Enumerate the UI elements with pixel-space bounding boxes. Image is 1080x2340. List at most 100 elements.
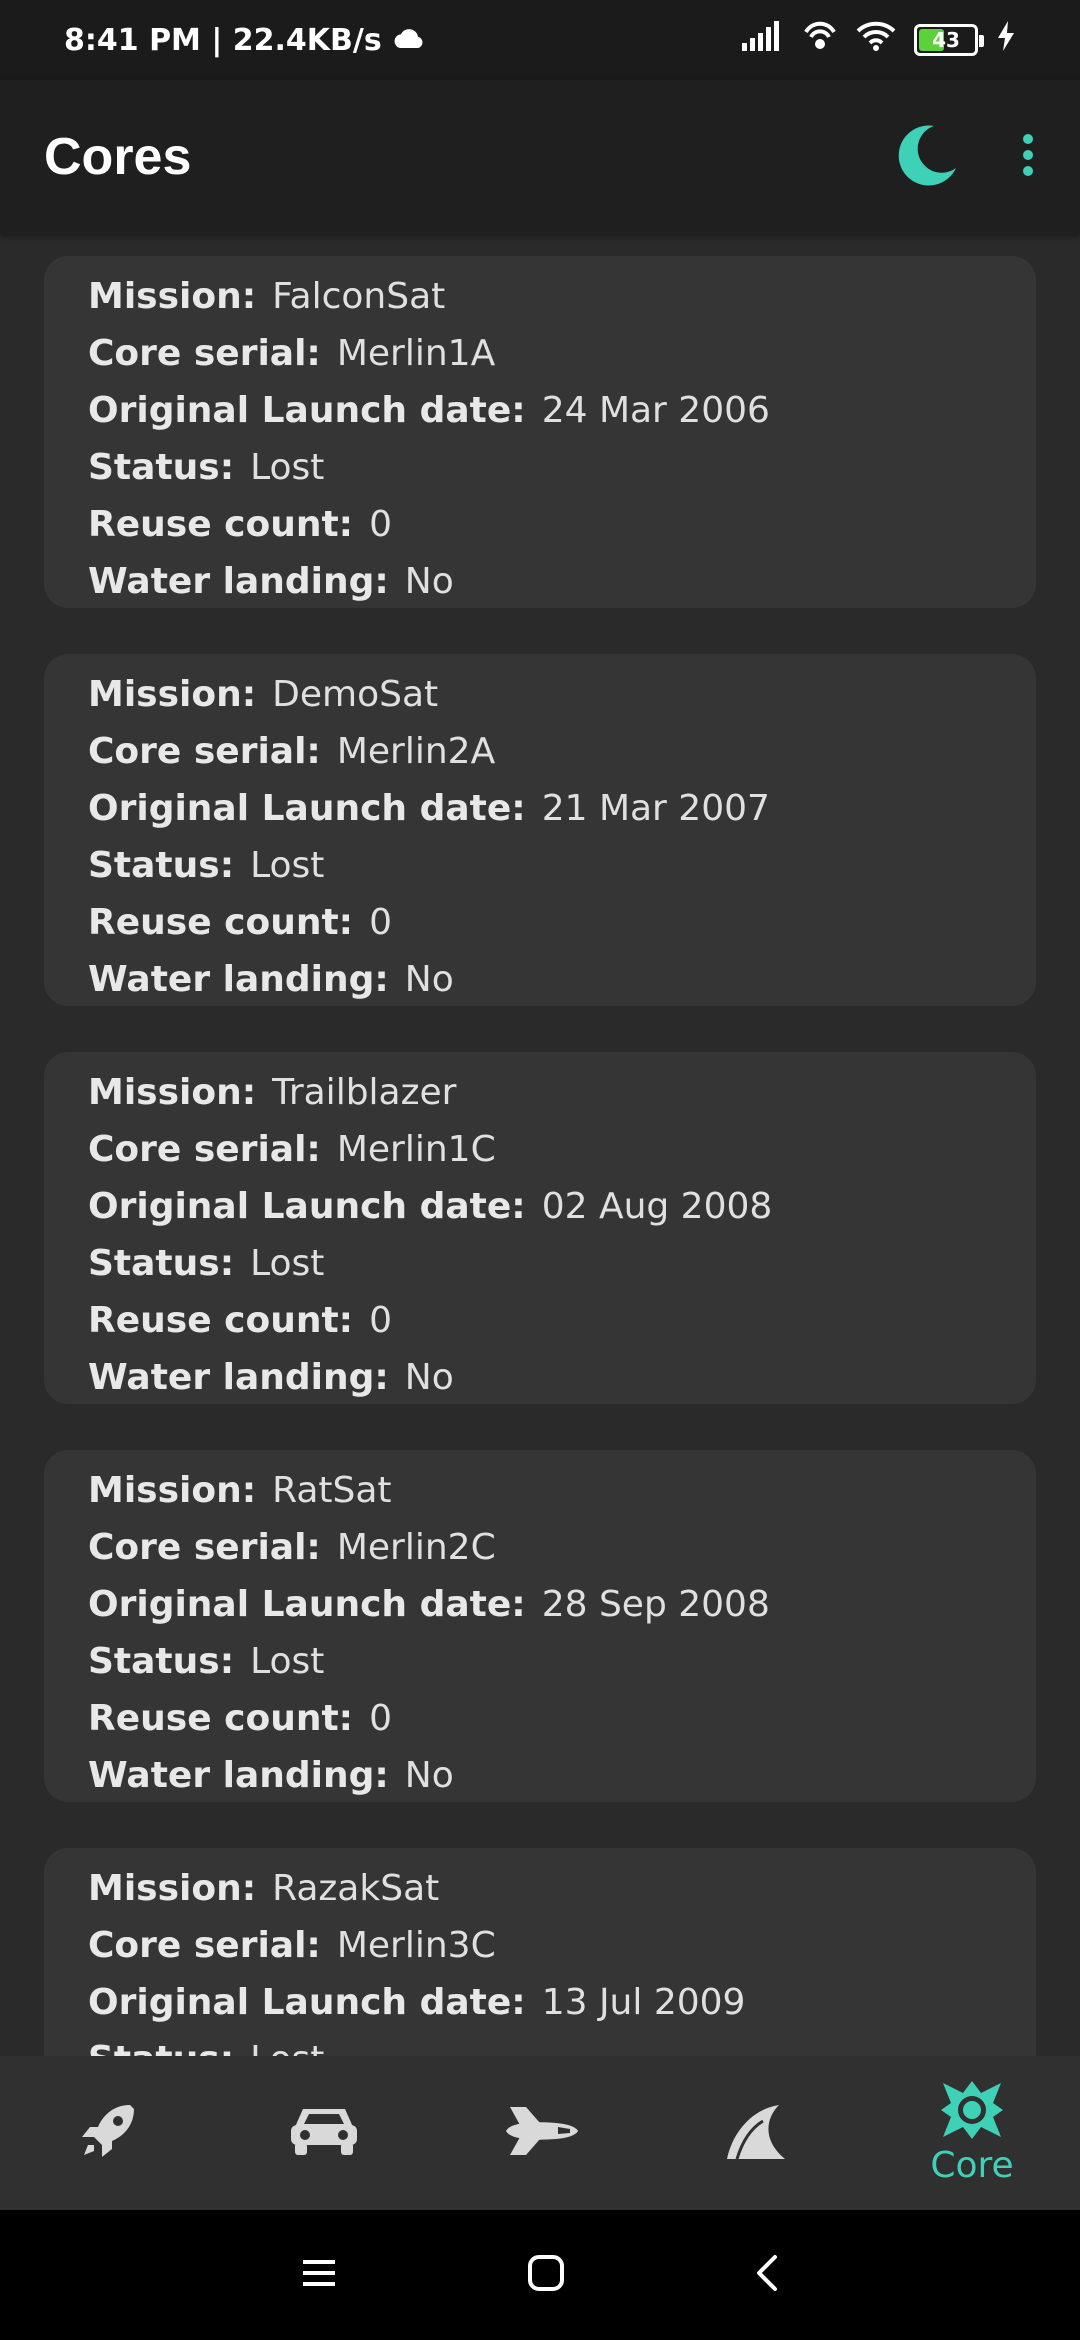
nav-item-core[interactable]: Core: [897, 2068, 1047, 2198]
core-serial-row: Core serial: Merlin2C: [88, 1519, 992, 1576]
water-landing-value: No: [404, 561, 454, 602]
status-value: Lost: [250, 845, 325, 886]
app-bar: Cores: [0, 80, 1080, 234]
status-label: Status:: [88, 447, 235, 488]
mission-row: Mission: RazakSat: [88, 1860, 992, 1917]
water-landing-label: Water landing:: [88, 959, 389, 1000]
fin-icon: [723, 2101, 789, 2165]
launch-date-row: Original Launch date: 28 Sep 2008: [88, 1576, 992, 1633]
water-landing-label: Water landing:: [88, 1755, 389, 1796]
water-landing-value: No: [404, 1357, 454, 1398]
mission-value: RazakSat: [272, 1868, 440, 1909]
core-serial-row: Core serial: Merlin1C: [88, 1121, 992, 1178]
nav-item-dragons[interactable]: [465, 2068, 615, 2198]
status-label: Status:: [88, 1641, 235, 1682]
core-serial-label: Core serial:: [88, 731, 321, 772]
core-serial-label: Core serial:: [88, 333, 321, 374]
nav-item-launches[interactable]: [33, 2068, 183, 2198]
reuse-count-label: Reuse count:: [88, 902, 354, 943]
core-card[interactable]: Mission: RazakSat Core serial: Merlin3C Or…: [44, 1848, 1036, 2056]
core-card[interactable]: Mission: FalconSat Core serial: Merlin1A O…: [44, 256, 1036, 608]
mission-value: RatSat: [272, 1470, 392, 1511]
water-landing-row: Water landing: No: [88, 1349, 992, 1406]
core-serial-value: Merlin2A: [336, 731, 496, 772]
menu-icon[interactable]: [301, 2257, 337, 2293]
launch-date-row: Original Launch date: 21 Mar 2007: [88, 780, 992, 837]
core-card[interactable]: Mission: RatSat Core serial: Merlin2C Orig…: [44, 1450, 1036, 1802]
status-value: Lost: [250, 1243, 325, 1284]
status-value: Lost: [250, 1641, 325, 1682]
system-navigation-bar: [0, 2210, 1080, 2340]
core-card[interactable]: Mission: DemoSat Core serial: Merlin2A Ori…: [44, 654, 1036, 1006]
nav-item-roadster[interactable]: [249, 2068, 399, 2198]
mission-value: Trailblazer: [272, 1072, 457, 1113]
page-title: Cores: [44, 128, 192, 186]
mission-label: Mission:: [88, 276, 257, 317]
mission-value: DemoSat: [272, 674, 439, 715]
water-landing-value: No: [404, 1755, 454, 1796]
status-row: Status: Lost: [88, 837, 992, 894]
reuse-count-row: Reuse count: 0: [88, 496, 992, 553]
launch-date-value: 02 Aug 2008: [541, 1186, 773, 1227]
cloud-icon: [392, 23, 426, 58]
core-serial-value: Merlin1C: [336, 1129, 496, 1170]
mission-row: Mission: RatSat: [88, 1462, 992, 1519]
wifi-icon: [856, 20, 896, 60]
status-bar: 8:41 PM | 22.4KB/s 43: [0, 0, 1080, 80]
reuse-count-row: Reuse count: 0: [88, 1292, 992, 1349]
back-icon[interactable]: [755, 2254, 779, 2296]
core-icon: [941, 2080, 1003, 2143]
status-row: Status: Lost: [88, 1633, 992, 1690]
mission-row: Mission: Trailblazer: [88, 1064, 992, 1121]
launch-date-label: Original Launch date:: [88, 1982, 526, 2023]
core-serial-value: Merlin3C: [336, 1925, 496, 1966]
charging-icon: [996, 21, 1016, 59]
core-serial-label: Core serial:: [88, 1925, 321, 1966]
mission-label: Mission:: [88, 1072, 257, 1113]
launch-date-label: Original Launch date:: [88, 1186, 526, 1227]
more-options-button[interactable]: [1020, 131, 1036, 183]
hotspot-icon: [802, 19, 838, 61]
launch-date-row: Original Launch date: 13 Jul 2009: [88, 1974, 992, 2031]
car-icon: [289, 2103, 359, 2163]
launch-date-row: Original Launch date: 24 Mar 2006: [88, 382, 992, 439]
nav-item-capsules[interactable]: [681, 2068, 831, 2198]
reuse-count-value: 0: [369, 1300, 392, 1341]
reuse-count-label: Reuse count:: [88, 1300, 354, 1341]
nav-label-core: Core: [930, 2144, 1014, 2186]
core-serial-value: Merlin2C: [336, 1527, 496, 1568]
cores-list[interactable]: Mission: FalconSat Core serial: Merlin1A O…: [0, 234, 1080, 2056]
battery-indicator: 43: [914, 24, 984, 56]
status-value: Lost: [250, 447, 325, 488]
launch-date-value: 13 Jul 2009: [541, 1982, 746, 2023]
status-label: Status:: [88, 1243, 235, 1284]
reuse-count-row: Reuse count: 0: [88, 894, 992, 951]
mission-label: Mission:: [88, 674, 257, 715]
water-landing-label: Water landing:: [88, 1357, 389, 1398]
rocket-icon: [76, 2099, 140, 2167]
core-serial-label: Core serial:: [88, 1527, 321, 1568]
moon-icon: [894, 122, 960, 192]
water-landing-value: No: [404, 959, 454, 1000]
home-icon[interactable]: [527, 2254, 565, 2296]
core-serial-row: Core serial: Merlin2A: [88, 723, 992, 780]
core-card[interactable]: Mission: Trailblazer Core serial: Merlin1C…: [44, 1052, 1036, 1404]
launch-date-row: Original Launch date: 02 Aug 2008: [88, 1178, 992, 1235]
core-serial-row: Core serial: Merlin1A: [88, 325, 992, 382]
more-vert-icon: [1020, 131, 1036, 183]
mission-label: Mission:: [88, 1470, 257, 1511]
status-row: Status: Lost: [88, 439, 992, 496]
reuse-count-value: 0: [369, 1698, 392, 1739]
theme-toggle-button[interactable]: [894, 122, 960, 192]
status-label: Status:: [88, 2031, 234, 2056]
status-row: Status: Lost: [88, 1235, 992, 1292]
core-serial-value: Merlin1A: [336, 333, 496, 374]
launch-date-value: 24 Mar 2006: [541, 390, 770, 431]
reuse-count-label: Reuse count:: [88, 504, 354, 545]
reuse-count-row: Reuse count: 0: [88, 1690, 992, 1747]
status-time-speed: 8:41 PM | 22.4KB/s: [64, 22, 382, 58]
bottom-navigation: Core: [0, 2056, 1080, 2210]
mission-row: Mission: FalconSat: [88, 268, 992, 325]
mission-row: Mission: DemoSat: [88, 666, 992, 723]
status-label: Status:: [88, 845, 235, 886]
